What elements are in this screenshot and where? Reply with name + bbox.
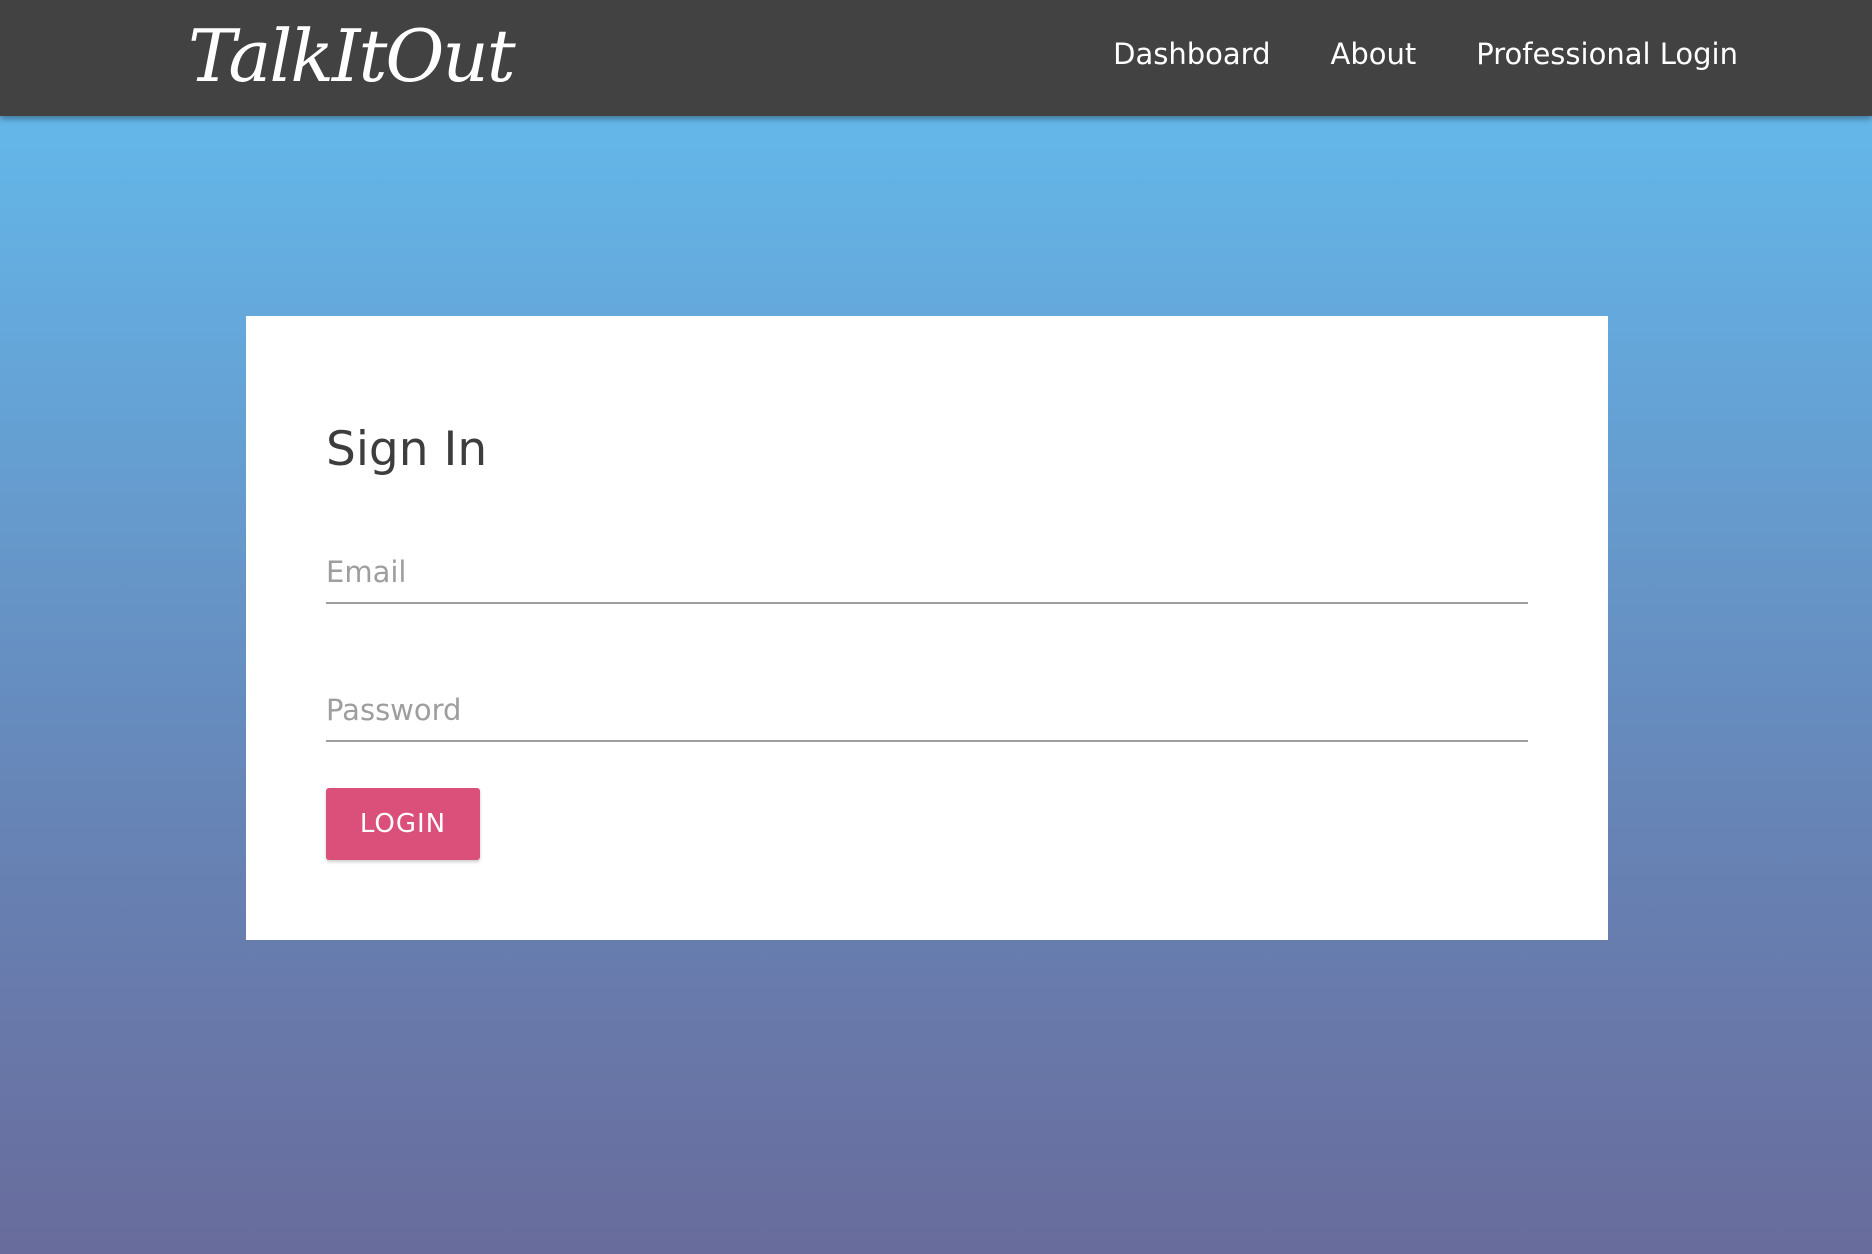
email-field[interactable]	[326, 542, 1528, 604]
nav-link-dashboard[interactable]: Dashboard	[1113, 37, 1270, 71]
login-button[interactable]: LOGIN	[326, 788, 480, 860]
signin-card: Sign In LOGIN	[246, 316, 1608, 940]
signin-title: Sign In	[326, 422, 488, 477]
nav-link-about[interactable]: About	[1331, 37, 1417, 71]
password-field[interactable]	[326, 680, 1528, 742]
nav-links: Dashboard About Professional Login	[1053, 0, 1738, 108]
brand-logo[interactable]: TalkItOut	[188, 6, 516, 106]
nav-link-professional-login[interactable]: Professional Login	[1476, 37, 1738, 71]
top-navbar: TalkItOut Dashboard About Professional L…	[0, 0, 1872, 116]
